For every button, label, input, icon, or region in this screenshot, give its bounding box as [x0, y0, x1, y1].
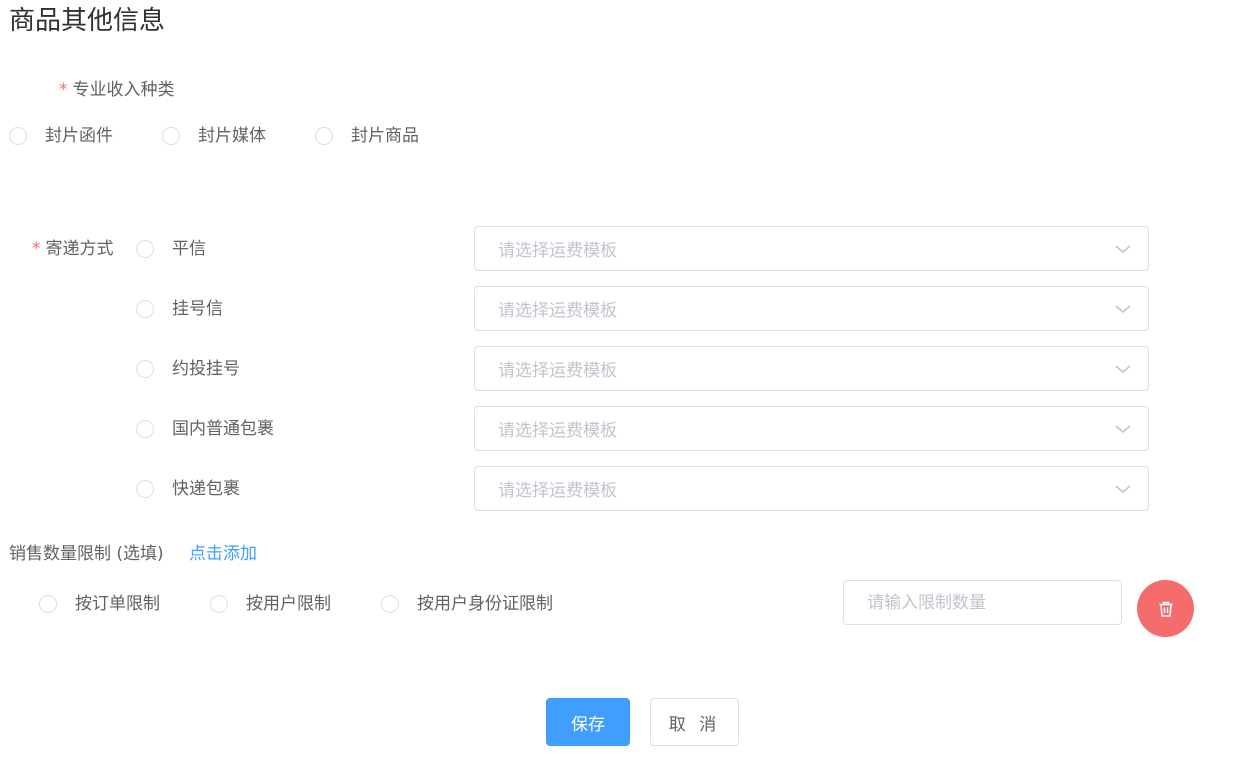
- income-type-label-text: 专业收入种类: [72, 80, 175, 100]
- income-type-label: * 专业收入种类: [59, 78, 175, 102]
- chevron-down-icon: [1115, 245, 1131, 254]
- select-placeholder: 请选择运费模板: [498, 361, 617, 381]
- chevron-down-icon: [1115, 305, 1131, 314]
- shipping-template-select-express-parcel[interactable]: 请选择运费模板: [474, 466, 1149, 511]
- required-mark: *: [32, 239, 41, 259]
- delivery-method-label-text: 寄递方式: [45, 239, 114, 259]
- radio-label: 挂号信: [172, 299, 223, 319]
- radio-delivery-registered-letter[interactable]: 挂号信: [136, 297, 223, 321]
- select-placeholder: 请选择运费模板: [498, 421, 617, 441]
- radio-label: 国内普通包裹: [172, 419, 274, 439]
- save-button[interactable]: 保存: [546, 698, 630, 746]
- shipping-template-select-domestic-parcel[interactable]: 请选择运费模板: [474, 406, 1149, 451]
- select-placeholder: 请选择运费模板: [498, 241, 617, 261]
- select-placeholder: 请选择运费模板: [498, 301, 617, 321]
- radio-limit-by-user[interactable]: 按用户限制: [210, 592, 331, 616]
- radio-label: 平信: [172, 239, 206, 259]
- limit-quantity-input[interactable]: [843, 580, 1122, 625]
- shipping-template-select-registered-letter[interactable]: 请选择运费模板: [474, 286, 1149, 331]
- radio-delivery-express-parcel[interactable]: 快递包裹: [136, 477, 240, 501]
- select-placeholder: 请选择运费模板: [498, 481, 617, 501]
- radio-label: 封片商品: [351, 126, 419, 146]
- radio-label: 按订单限制: [75, 594, 160, 614]
- page-title: 商品其他信息: [9, 6, 166, 36]
- radio-limit-by-user-id-card[interactable]: 按用户身份证限制: [381, 592, 553, 616]
- sales-limit-label: 销售数量限制 (选填): [9, 544, 164, 564]
- radio-circle[interactable]: [381, 595, 399, 613]
- delete-limit-button[interactable]: [1137, 580, 1194, 637]
- radio-delivery-domestic-parcel[interactable]: 国内普通包裹: [136, 417, 274, 441]
- trash-icon: [1159, 601, 1172, 617]
- radio-label: 快递包裹: [172, 479, 240, 499]
- radio-circle[interactable]: [136, 300, 154, 318]
- radio-circle[interactable]: [210, 595, 228, 613]
- radio-circle[interactable]: [315, 127, 333, 145]
- radio-label: 约投挂号: [172, 359, 240, 379]
- shipping-template-select-scheduled-registered[interactable]: 请选择运费模板: [474, 346, 1149, 391]
- radio-label: 按用户限制: [246, 594, 331, 614]
- radio-income-letter[interactable]: 封片函件: [9, 124, 113, 148]
- shipping-template-select-ordinary-letter[interactable]: 请选择运费模板: [474, 226, 1149, 271]
- radio-label: 封片函件: [45, 126, 113, 146]
- radio-circle[interactable]: [136, 420, 154, 438]
- radio-circle[interactable]: [39, 595, 57, 613]
- radio-circle[interactable]: [136, 360, 154, 378]
- radio-limit-by-order[interactable]: 按订单限制: [39, 592, 160, 616]
- radio-label: 封片媒体: [198, 126, 266, 146]
- add-limit-link[interactable]: 点击添加: [189, 542, 257, 566]
- chevron-down-icon: [1115, 365, 1131, 374]
- radio-label: 按用户身份证限制: [417, 594, 553, 614]
- radio-income-goods[interactable]: 封片商品: [315, 124, 419, 148]
- delivery-method-label: * 寄递方式: [32, 237, 114, 261]
- cancel-button[interactable]: 取 消: [650, 698, 739, 746]
- required-mark: *: [59, 80, 68, 100]
- radio-income-media[interactable]: 封片媒体: [162, 124, 266, 148]
- chevron-down-icon: [1115, 485, 1131, 494]
- radio-delivery-ordinary-letter[interactable]: 平信: [136, 237, 206, 261]
- radio-circle[interactable]: [136, 480, 154, 498]
- radio-circle[interactable]: [136, 240, 154, 258]
- chevron-down-icon: [1115, 425, 1131, 434]
- radio-delivery-scheduled-registered[interactable]: 约投挂号: [136, 357, 240, 381]
- radio-circle[interactable]: [9, 127, 27, 145]
- radio-circle[interactable]: [162, 127, 180, 145]
